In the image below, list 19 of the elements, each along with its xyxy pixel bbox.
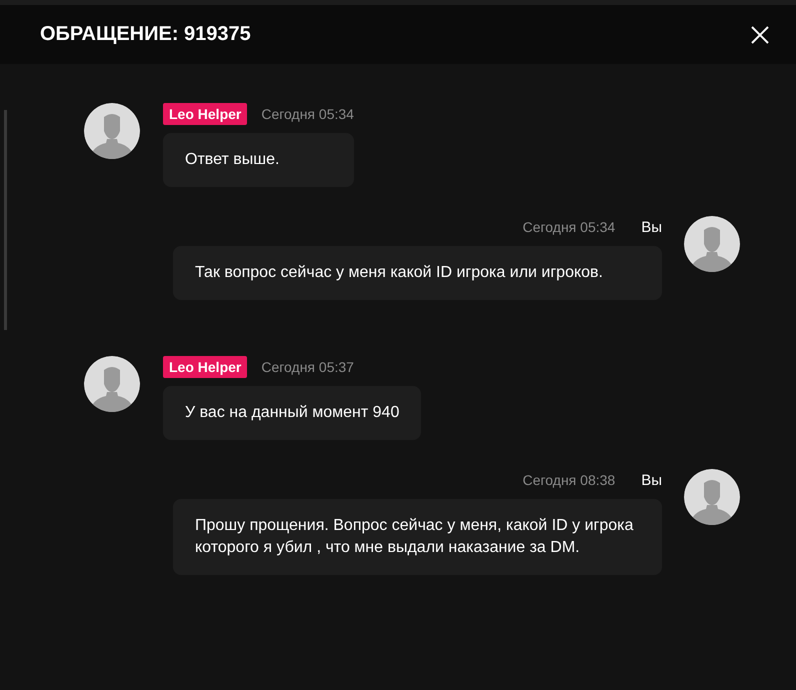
message-time: Сегодня 08:38 (522, 472, 616, 488)
author-name: Вы (641, 218, 662, 236)
message-time: Сегодня 05:34 (261, 106, 354, 122)
message-bubble: Так вопрос сейчас у меня какой ID игрока или игроков. (173, 246, 662, 300)
avatar-icon (684, 469, 740, 525)
message-bubble: Ответ выше. (163, 133, 354, 187)
author-badge: Leo Helper (163, 356, 248, 378)
close-icon[interactable] (750, 24, 770, 44)
message-time: Сегодня 05:34 (522, 219, 616, 235)
avatar-icon (84, 103, 140, 159)
author-badge: Leo Helper (163, 103, 248, 125)
message-bubble: У вас на данный момент 940 (163, 386, 422, 440)
avatar-icon (84, 356, 140, 412)
message-bubble: Прошу прощения. Вопрос сейчас у меня, какой ID у игрока которого я убил , что мне выдали наказание за DM. (173, 499, 662, 575)
message-time: Сегодня 05:37 (261, 359, 354, 375)
scrollbar[interactable] (4, 110, 7, 330)
window-title: ОБРАЩЕНИЕ: 919375 (40, 23, 251, 46)
avatar-icon (684, 216, 740, 272)
author-name: Вы (641, 472, 662, 488)
